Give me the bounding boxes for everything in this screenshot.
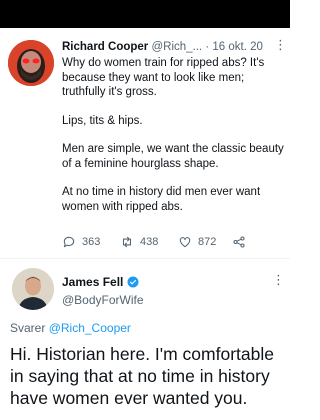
retweet-button[interactable]: 438 — [120, 235, 158, 249]
tweet[interactable]: Richard Cooper @Rich_... · 16 okt. 20 ⋮ … — [0, 28, 290, 255]
reply-icon — [63, 236, 75, 248]
reply-count: 363 — [82, 236, 101, 248]
share-button[interactable] — [232, 235, 246, 249]
author-name-row[interactable]: James Fell — [62, 275, 139, 289]
author-handle[interactable]: @Rich_... — [151, 41, 202, 53]
reply-to-link[interactable]: @Rich_Cooper — [49, 321, 131, 335]
avatar-image — [12, 268, 54, 310]
tweet-actions: 363 438 872 — [62, 235, 284, 251]
retweet-icon — [122, 236, 132, 248]
reply-button[interactable]: 363 — [62, 235, 100, 249]
tweet-text: Hi. Historian here. I'm comfortable in s… — [10, 344, 274, 408]
avatar[interactable] — [8, 40, 54, 86]
divider — [0, 258, 290, 259]
author-name[interactable]: James Fell — [62, 275, 123, 289]
reply-prefix: Svarer — [10, 321, 46, 335]
like-count: 872 — [198, 236, 217, 248]
more-icon[interactable]: ⋮ — [272, 272, 285, 288]
tweet-header: Richard Cooper @Rich_... · 16 okt. 20 — [62, 40, 284, 54]
share-icon — [233, 236, 245, 248]
reply-context: Svarer @Rich_Cooper — [10, 321, 131, 335]
author-name[interactable]: Richard Cooper — [62, 41, 148, 53]
like-button[interactable]: 872 — [178, 235, 216, 249]
like-icon — [179, 237, 191, 248]
avatar[interactable] — [12, 268, 54, 310]
tweet-paragraph: Men are simple, we want the classic beau… — [62, 143, 284, 170]
tweet-paragraph: Why do women train for ripped abs? It's … — [62, 57, 265, 98]
tweet-text: Why do women train for ripped abs? It's … — [62, 56, 284, 228]
status-bar — [0, 0, 290, 28]
more-icon[interactable]: ⋮ — [274, 37, 287, 53]
retweet-count: 438 — [140, 236, 159, 248]
tweet-paragraph: Lips, tits & hips. — [62, 114, 143, 127]
tweet-paragraph: At no time in history did men ever want … — [62, 186, 261, 213]
separator: · — [205, 41, 210, 53]
verified-badge-icon — [127, 276, 139, 288]
tweet-date[interactable]: 16 okt. 20 — [212, 41, 263, 53]
author-handle[interactable]: @BodyForWife — [62, 293, 144, 307]
avatar-image — [8, 40, 54, 86]
